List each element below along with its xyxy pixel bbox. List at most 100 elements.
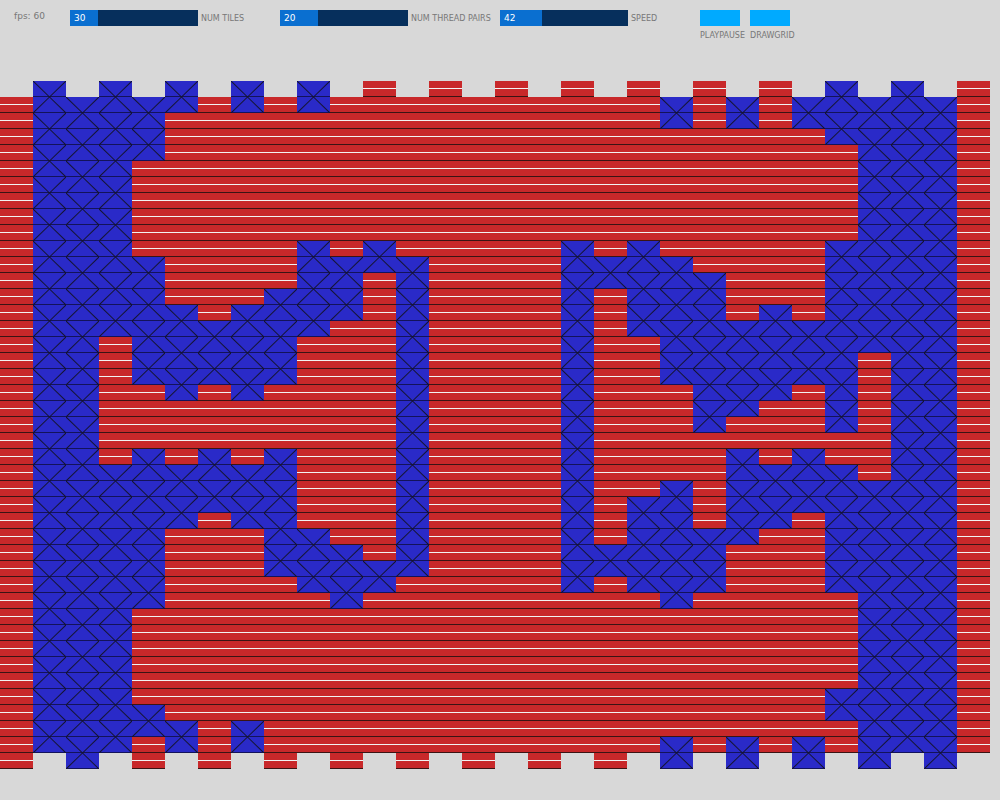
weave-cell xyxy=(297,689,330,721)
weave-cell xyxy=(363,177,396,209)
weave-cell xyxy=(462,193,495,225)
weave-cell xyxy=(759,529,792,561)
weave-cell xyxy=(627,465,660,497)
weave-cell xyxy=(528,513,561,545)
weave-cell xyxy=(759,305,792,337)
weave-cell xyxy=(693,529,726,561)
slider[interactable]: 20NUM THREAD PAIRS xyxy=(280,10,500,26)
weave-cell xyxy=(759,209,792,241)
weave-cell xyxy=(858,289,891,321)
weave-cell xyxy=(792,705,825,737)
weave-cell xyxy=(858,257,891,289)
weave-cell xyxy=(858,577,891,609)
toggle-button[interactable]: PLAYPAUSE xyxy=(700,10,750,40)
weave-cell xyxy=(726,385,759,417)
weave-cell xyxy=(528,673,561,705)
weave-cell xyxy=(231,305,264,337)
weave-cell xyxy=(528,481,561,513)
weave-cell xyxy=(528,353,561,385)
weave-cell xyxy=(198,705,231,737)
thread-column xyxy=(660,81,693,769)
weave-cell xyxy=(66,737,99,769)
weave-cell xyxy=(693,401,726,433)
weave-cell xyxy=(132,161,165,193)
weave-cell xyxy=(495,177,528,209)
slider[interactable]: 30NUM TILES xyxy=(70,10,280,26)
weave-cell xyxy=(462,385,495,417)
slider-track[interactable]: 20 xyxy=(280,10,408,26)
weave-cell xyxy=(198,353,231,385)
weave-cell xyxy=(726,609,759,641)
weave-cell xyxy=(198,129,231,161)
weave-cell xyxy=(264,129,297,161)
weave-cell xyxy=(165,497,198,529)
button-box[interactable] xyxy=(700,10,740,26)
weave-cell xyxy=(198,609,231,641)
weave-cell xyxy=(330,673,363,705)
weave-cell xyxy=(924,321,957,353)
fps-counter: fps: 60 xyxy=(14,10,70,22)
weave-cell xyxy=(957,81,990,113)
weave-cell xyxy=(0,545,33,577)
weave-cell xyxy=(627,689,660,721)
weave-cell xyxy=(396,97,429,129)
weave-cell xyxy=(594,609,627,641)
weave-cell xyxy=(330,321,363,353)
weave-cell xyxy=(165,273,198,305)
weave-cell xyxy=(759,497,792,529)
weave-cell xyxy=(759,81,792,113)
thread-column xyxy=(561,81,594,769)
weave-cell xyxy=(528,321,561,353)
weave-cell xyxy=(297,497,330,529)
weave-cell xyxy=(231,113,264,145)
weave-cell xyxy=(759,145,792,177)
weave-cell xyxy=(429,561,462,593)
weave-cell xyxy=(231,593,264,625)
weave-cell xyxy=(924,513,957,545)
weave-cell xyxy=(0,289,33,321)
weave-cell xyxy=(264,609,297,641)
weave-cell xyxy=(330,97,363,129)
weave-cell xyxy=(957,273,990,305)
weave-cell xyxy=(165,145,198,177)
weave-cell xyxy=(462,481,495,513)
weave-cell xyxy=(264,577,297,609)
thread-column xyxy=(627,81,660,769)
weave-cell xyxy=(99,81,132,113)
weave-cell xyxy=(33,433,66,465)
weave-cell xyxy=(528,257,561,289)
weave-cell xyxy=(792,321,825,353)
button-box[interactable] xyxy=(750,10,790,26)
weave-cell xyxy=(396,641,429,673)
weave-cell xyxy=(627,177,660,209)
weave-cell xyxy=(858,385,891,417)
weave-cell xyxy=(891,337,924,369)
toggle-button[interactable]: DRAWGRID xyxy=(750,10,800,40)
weave-cell xyxy=(495,529,528,561)
weave-cell xyxy=(66,257,99,289)
thread-column xyxy=(198,81,231,769)
weave-cell xyxy=(858,193,891,225)
weave-cell xyxy=(957,433,990,465)
slider[interactable]: 42SPEED xyxy=(500,10,700,26)
weave-cell xyxy=(594,289,627,321)
weave-cell xyxy=(825,177,858,209)
weave-cell xyxy=(198,673,231,705)
weave-cell xyxy=(561,369,594,401)
weave-cell xyxy=(264,641,297,673)
weave-cell xyxy=(858,673,891,705)
weave-cell xyxy=(627,209,660,241)
weave-cell xyxy=(264,385,297,417)
weave-cell xyxy=(561,81,594,113)
weave-cell xyxy=(66,577,99,609)
weave-cell xyxy=(693,81,726,113)
weave-cell xyxy=(792,481,825,513)
slider-track[interactable]: 30 xyxy=(70,10,198,26)
weave-cell xyxy=(792,513,825,545)
weave-cell xyxy=(693,625,726,657)
weave-cell xyxy=(330,129,363,161)
weave-cell xyxy=(297,529,330,561)
thread-column xyxy=(462,81,495,769)
slider-track[interactable]: 42 xyxy=(500,10,628,26)
weave-cell xyxy=(957,337,990,369)
